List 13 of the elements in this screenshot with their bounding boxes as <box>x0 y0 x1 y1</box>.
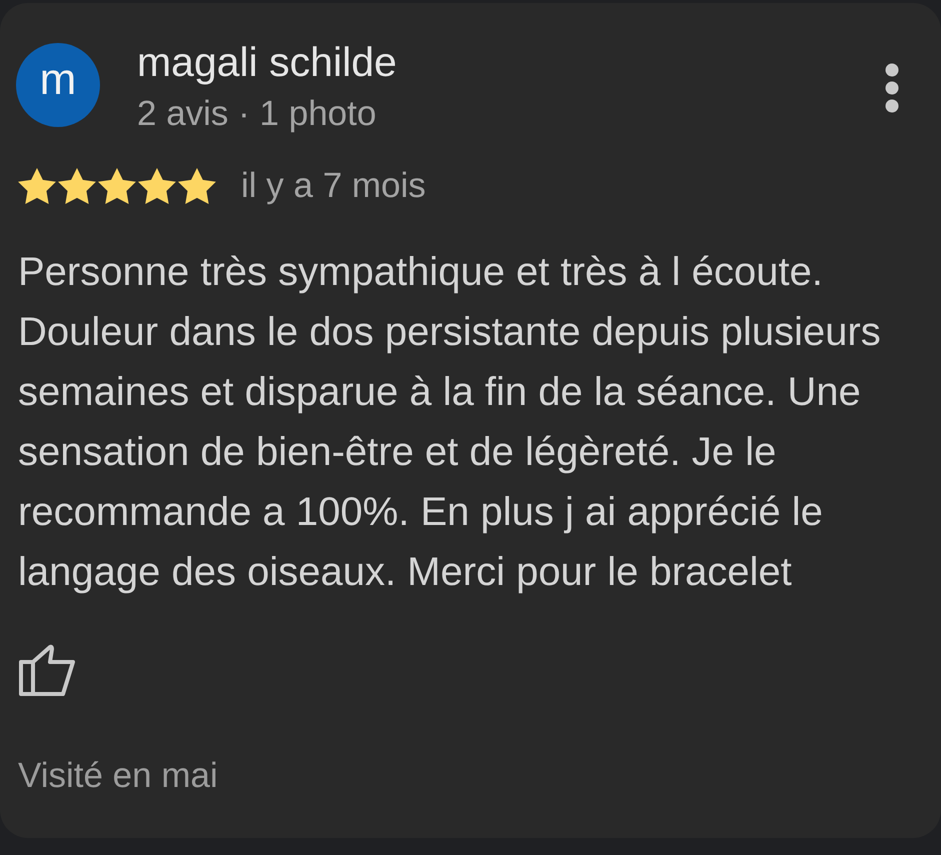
star-icon <box>98 168 136 204</box>
review-text: Personne très sympathique et très à l écoute. Douleur dans le dos persistante depuis plusieurs semaines et disparue à la fin de la séance. Une sensation de bien-être et de légèreté. Je le recommande a 100%. En plus j ai apprécié le langage des oiseaux. Merci pour le bracelet <box>18 249 882 596</box>
user-avatar[interactable]: m <box>16 43 100 127</box>
more-options-icon[interactable] <box>885 63 899 113</box>
star-icon <box>138 168 176 204</box>
author-name[interactable]: magali schilde <box>137 38 397 86</box>
star-icon <box>58 168 96 204</box>
review-date: il y a 7 mois <box>241 166 426 206</box>
thumbs-up-icon[interactable] <box>19 644 75 696</box>
visit-date: Visité en mai <box>18 755 218 797</box>
author-meta: 2 avis · 1 photo <box>137 93 378 135</box>
star-icon <box>18 168 56 204</box>
star-icon <box>178 168 216 204</box>
